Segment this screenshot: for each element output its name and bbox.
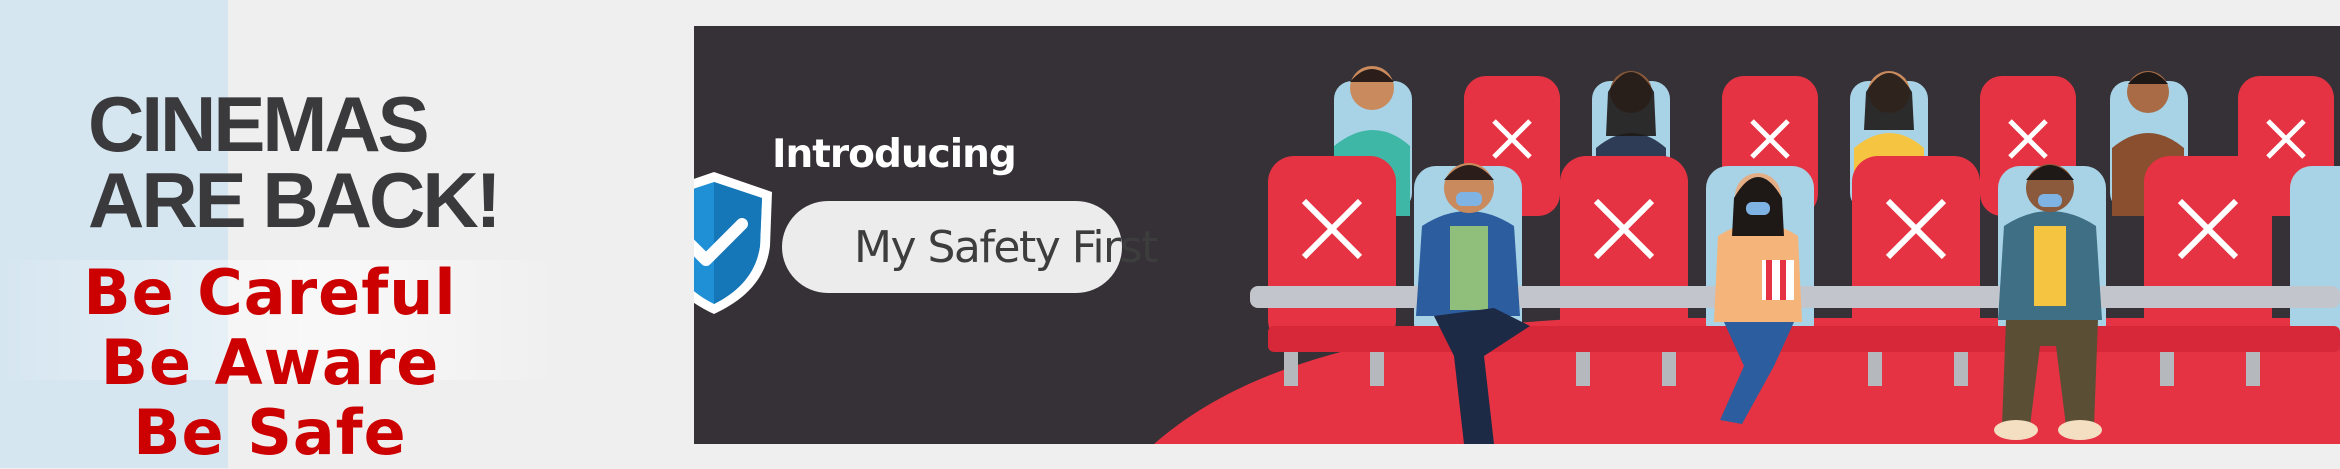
headline-line-2: ARE BACK! bbox=[88, 156, 502, 244]
promo-banner: Introducing My Safety First bbox=[694, 26, 2340, 444]
tagline-list: Be Careful Be Aware Be Safe bbox=[50, 258, 490, 468]
cinema-audience-illustration bbox=[1154, 66, 2340, 444]
tagline-be-aware: Be Aware bbox=[100, 326, 440, 399]
tagline-be-safe: Be Safe bbox=[133, 396, 407, 469]
headline-line-1: CINEMAS bbox=[88, 80, 430, 168]
tagline-be-careful: Be Careful bbox=[83, 256, 457, 329]
headline: CINEMAS ARE BACK! bbox=[88, 80, 502, 244]
